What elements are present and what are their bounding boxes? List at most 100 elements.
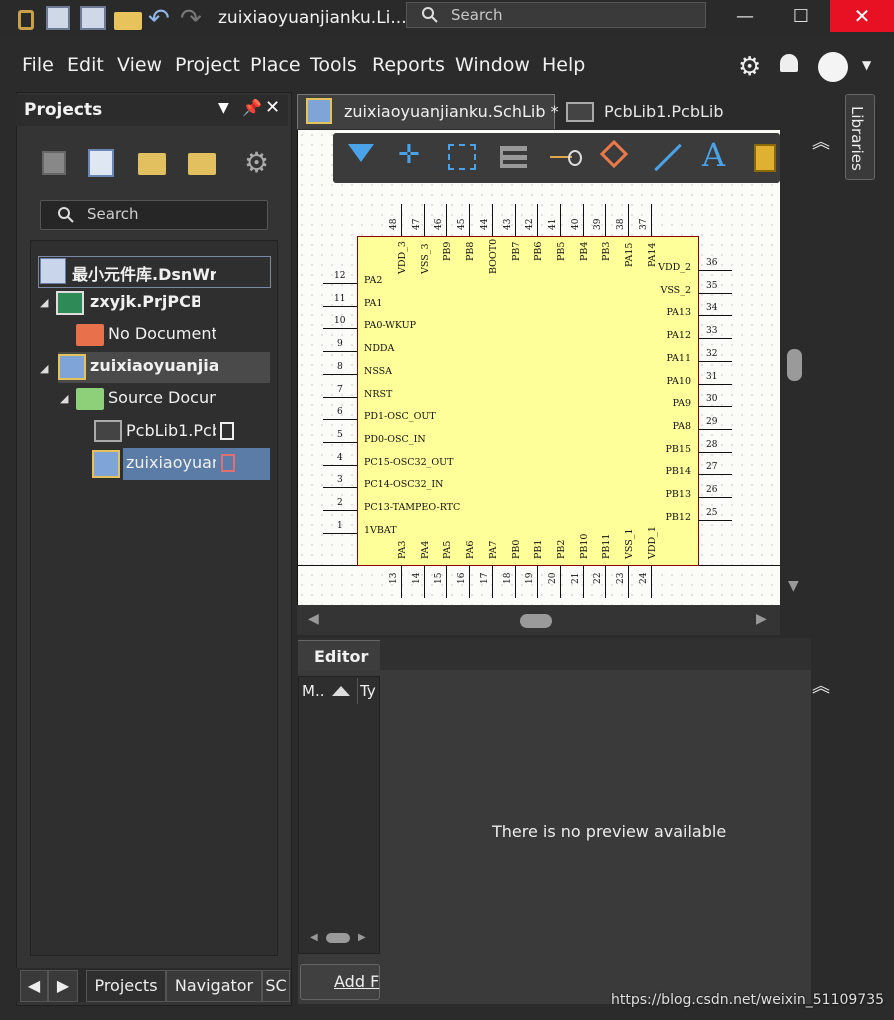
filter-icon[interactable] [348,144,374,162]
save-icon[interactable] [46,6,70,30]
pin-line [559,565,561,598]
pin-name: PB0 [510,539,522,559]
panel-copy-icon[interactable] [86,147,118,181]
chevron-down-icon[interactable]: ▼ [862,58,871,72]
menu-project[interactable]: Project [175,54,240,76]
place-text-icon[interactable]: A [702,136,725,174]
panel-settings-icon[interactable]: ⚙ [244,146,269,179]
pin-number: 39 [593,218,604,230]
column-header-type[interactable]: Ty [360,682,376,700]
expand-toggle-icon[interactable]: ◢ [60,392,68,405]
tab-scroll-right-icon[interactable]: ▶ [48,970,78,1002]
select-rect-icon[interactable] [448,144,476,170]
move-icon[interactable]: ✛ [398,140,420,170]
list-scrollbar-thumb[interactable] [326,933,350,943]
pin-line [423,204,425,236]
pin-name: PA3 [397,540,408,559]
pcb-library-icon [566,102,594,122]
pin-name: PB2 [555,539,567,559]
avatar[interactable] [818,52,848,82]
collapse-up-icon[interactable]: ︽ [812,128,830,154]
pin-line [537,565,539,598]
panel-find-icon[interactable] [136,147,168,181]
pin-number: 35 [706,280,718,291]
panel-close-icon[interactable]: ✕ [265,97,280,118]
gear-icon[interactable]: ⚙ [738,52,761,82]
tab-scroll-left-icon[interactable]: ◀ [20,970,48,1002]
projects-search-input[interactable]: Search [40,200,268,230]
column-header-m[interactable]: M.. [302,682,324,700]
place-pin-icon[interactable] [550,144,582,170]
doc-tab-pcblib-label[interactable]: PcbLib1.PcbLib [604,102,724,121]
vertical-scrollbar-thumb[interactable] [787,349,802,381]
pin-line [401,565,402,598]
tree-label-source-documents[interactable]: Source Documents [108,388,216,407]
pin-line [323,487,357,489]
sort-asc-icon[interactable] [332,686,350,696]
menu-help[interactable]: Help [542,54,585,76]
menu-edit[interactable]: Edit [67,54,104,76]
pin-number: 41 [547,218,558,230]
close-button[interactable]: ✕ [830,0,894,32]
pin-name: PB13 [665,489,691,500]
panel-options-folder-icon[interactable] [186,147,218,181]
open-folder-icon[interactable] [114,12,142,30]
global-search-input[interactable]: Search [406,2,706,28]
pin-line [323,441,357,443]
undo-icon[interactable]: ↶ [148,4,170,34]
minimize-button[interactable]: — [730,4,760,30]
scroll-right-icon[interactable]: ▶ [756,611,767,627]
menu-view[interactable]: View [117,54,162,76]
menu-file[interactable]: File [22,54,54,76]
list-scroll-left-icon[interactable]: ◀ [310,932,318,943]
search-placeholder: Search [451,6,503,24]
expand-toggle-icon[interactable]: ◢ [40,296,48,309]
pin-number: 34 [706,303,718,314]
scroll-down-icon[interactable]: ▼ [788,578,799,594]
menu-reports[interactable]: Reports [372,54,445,76]
pin-number: 3 [337,475,343,486]
menu-window[interactable]: Window [455,54,530,76]
panel-menu-icon[interactable]: ▼ [218,100,229,116]
pin-name: PC15-OSC32_OUT [364,456,454,468]
pin-icon[interactable]: 📌 [242,98,262,117]
tab-projects[interactable]: Projects [86,970,166,1002]
bell-icon[interactable] [780,54,798,72]
pin-name: PD0-OSC_IN [364,433,426,445]
component-icon[interactable] [754,144,776,172]
pin-name: PA12 [666,330,691,342]
schematic-library-icon [306,98,332,124]
save-all-icon[interactable] [80,6,106,30]
pin-number: 17 [479,572,490,584]
pin-line [323,305,357,307]
collapse-up-icon[interactable]: ︽ [812,672,830,698]
pin-name: PB15 [665,443,691,455]
list-scroll-right-icon[interactable]: ▶ [358,932,366,943]
pin-line [323,373,357,375]
align-icon[interactable] [500,146,527,168]
tree-label-no-documents[interactable]: No Documents Added [108,324,216,343]
pin-name: PB7 [510,241,522,261]
pin-number: 25 [706,507,718,518]
pin-line [401,204,402,236]
expand-toggle-icon[interactable]: ◢ [40,362,48,375]
maximize-button[interactable]: ☐ [786,4,816,30]
component-body[interactable] [357,236,699,566]
pin-number: 37 [638,218,649,230]
menu-place[interactable]: Place [250,54,301,76]
tab-navigator[interactable]: Navigator [166,970,262,1002]
scroll-left-icon[interactable]: ◀ [308,611,319,627]
panel-save-icon[interactable] [38,147,70,181]
horizontal-scrollbar-thumb[interactable] [520,614,552,628]
pin-number: 42 [525,218,536,230]
tab-sc[interactable]: SC [262,970,290,1002]
tree-label-pcblib[interactable]: PcbLib1.PcbLib [126,421,216,440]
pin-number: 12 [334,271,346,281]
menu-tools[interactable]: Tools [310,54,357,76]
tree-label-pcb-project[interactable]: zxyjk.PrjPCB [90,292,200,311]
pin-line [469,565,471,598]
redo-icon[interactable]: ↷ [180,4,202,34]
pin-number: 10 [334,316,346,327]
pin-line [698,383,732,385]
document-icon [220,422,234,440]
